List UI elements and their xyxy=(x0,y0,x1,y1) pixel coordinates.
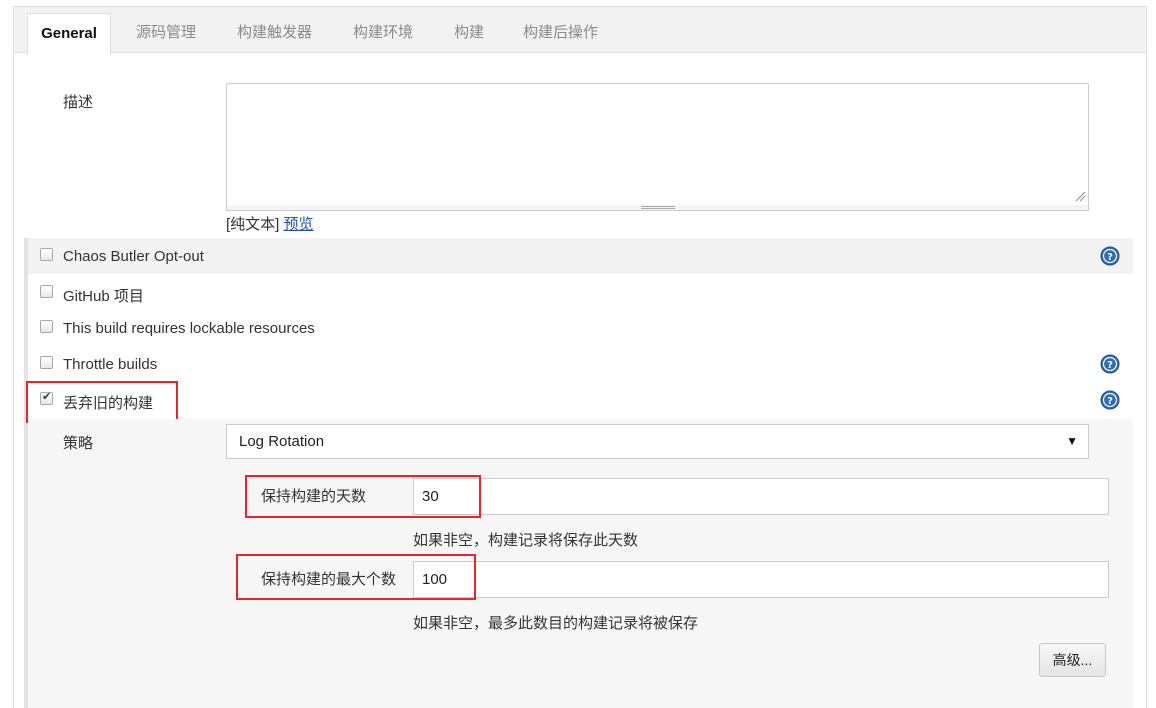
advanced-button[interactable]: 高级... xyxy=(1039,643,1106,677)
days-to-keep-input[interactable] xyxy=(413,478,1109,515)
help-icon[interactable]: ? xyxy=(1100,246,1120,266)
highlight-box xyxy=(236,554,476,600)
tab-scm[interactable]: 源码管理 xyxy=(136,21,196,42)
tab-post-build[interactable]: 构建后操作 xyxy=(523,21,598,42)
description-textarea[interactable] xyxy=(226,83,1089,206)
days-to-keep-hint: 如果非空，构建记录将保存此天数 xyxy=(413,532,639,549)
lockable-resources-checkbox[interactable] xyxy=(40,320,53,333)
tab-bar: General 源码管理 构建触发器 构建环境 构建 构建后操作 xyxy=(14,6,1146,55)
tab-build-environment[interactable]: 构建环境 xyxy=(353,21,413,42)
tab-build[interactable]: 构建 xyxy=(454,21,484,42)
tab-general[interactable]: General xyxy=(27,13,111,55)
highlight-box xyxy=(26,381,178,423)
plain-text-label: [纯文本] xyxy=(226,216,280,233)
github-project-label: GitHub 项目 xyxy=(63,288,144,305)
max-builds-hint: 如果非空，最多此数目的构建记录将被保存 xyxy=(413,615,699,632)
max-builds-input[interactable] xyxy=(413,561,1109,598)
strategy-label: 策略 xyxy=(63,435,94,452)
dropdown-arrow-icon: ▼ xyxy=(1066,434,1078,448)
lockable-resources-label: This build requires lockable resources xyxy=(63,320,315,337)
throttle-builds-label: Throttle builds xyxy=(63,356,158,373)
strategy-select[interactable]: Log Rotation ▼ xyxy=(226,424,1089,459)
resize-grip-icon[interactable] xyxy=(1074,190,1086,202)
strategy-selected-value: Log Rotation xyxy=(239,433,325,450)
chaos-butler-label: Chaos Butler Opt-out xyxy=(63,248,204,265)
chaos-butler-checkbox[interactable] xyxy=(40,248,53,261)
svg-text:?: ? xyxy=(1107,396,1113,407)
help-icon[interactable]: ? xyxy=(1100,390,1120,410)
text-format-line: [纯文本] 预览 xyxy=(226,213,314,234)
github-project-checkbox[interactable] xyxy=(40,285,53,298)
description-label: 描述 xyxy=(63,94,94,111)
textarea-drag-handle[interactable] xyxy=(226,205,1089,211)
preview-link[interactable]: 预览 xyxy=(284,216,314,233)
tab-build-triggers[interactable]: 构建触发器 xyxy=(237,21,312,42)
throttle-builds-checkbox[interactable] xyxy=(40,356,53,369)
svg-text:?: ? xyxy=(1107,252,1113,263)
svg-text:?: ? xyxy=(1107,360,1113,371)
help-icon[interactable]: ? xyxy=(1100,354,1120,374)
highlight-box xyxy=(245,475,481,518)
